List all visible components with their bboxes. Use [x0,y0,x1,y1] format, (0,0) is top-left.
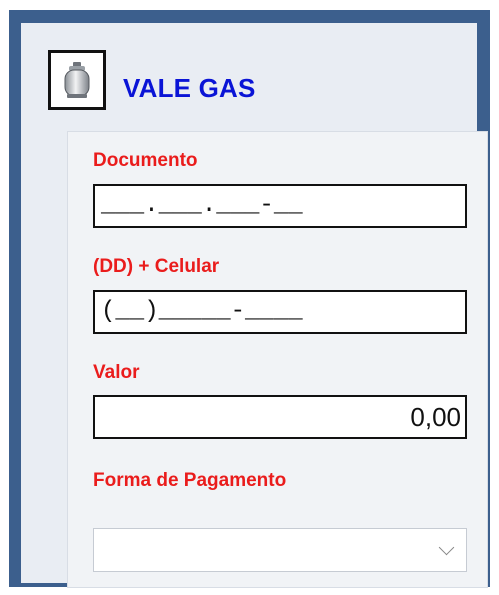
celular-label: (DD) + Celular [93,256,220,277]
gas-cylinder-icon [64,62,90,98]
page-title: VALE GAS [123,73,256,103]
form-group: Documento ___.___.___-__ (DD) + Celular … [67,131,488,588]
celular-field[interactable]: (__)_____-____ [93,290,467,334]
valor-field[interactable]: 0,00 [93,395,467,439]
documento-field[interactable]: ___.___.___-__ [93,184,467,228]
chevron-down-icon[interactable] [438,539,455,556]
valor-label: Valor [93,362,140,383]
gas-cylinder-logo [48,50,106,110]
documento-label: Documento [93,150,198,171]
vale-gas-panel: VALE GAS Documento ___.___.___-__ (DD) +… [21,23,488,588]
forma-pagamento-label: Forma de Pagamento [93,470,287,491]
forma-pagamento-select[interactable] [93,528,467,572]
